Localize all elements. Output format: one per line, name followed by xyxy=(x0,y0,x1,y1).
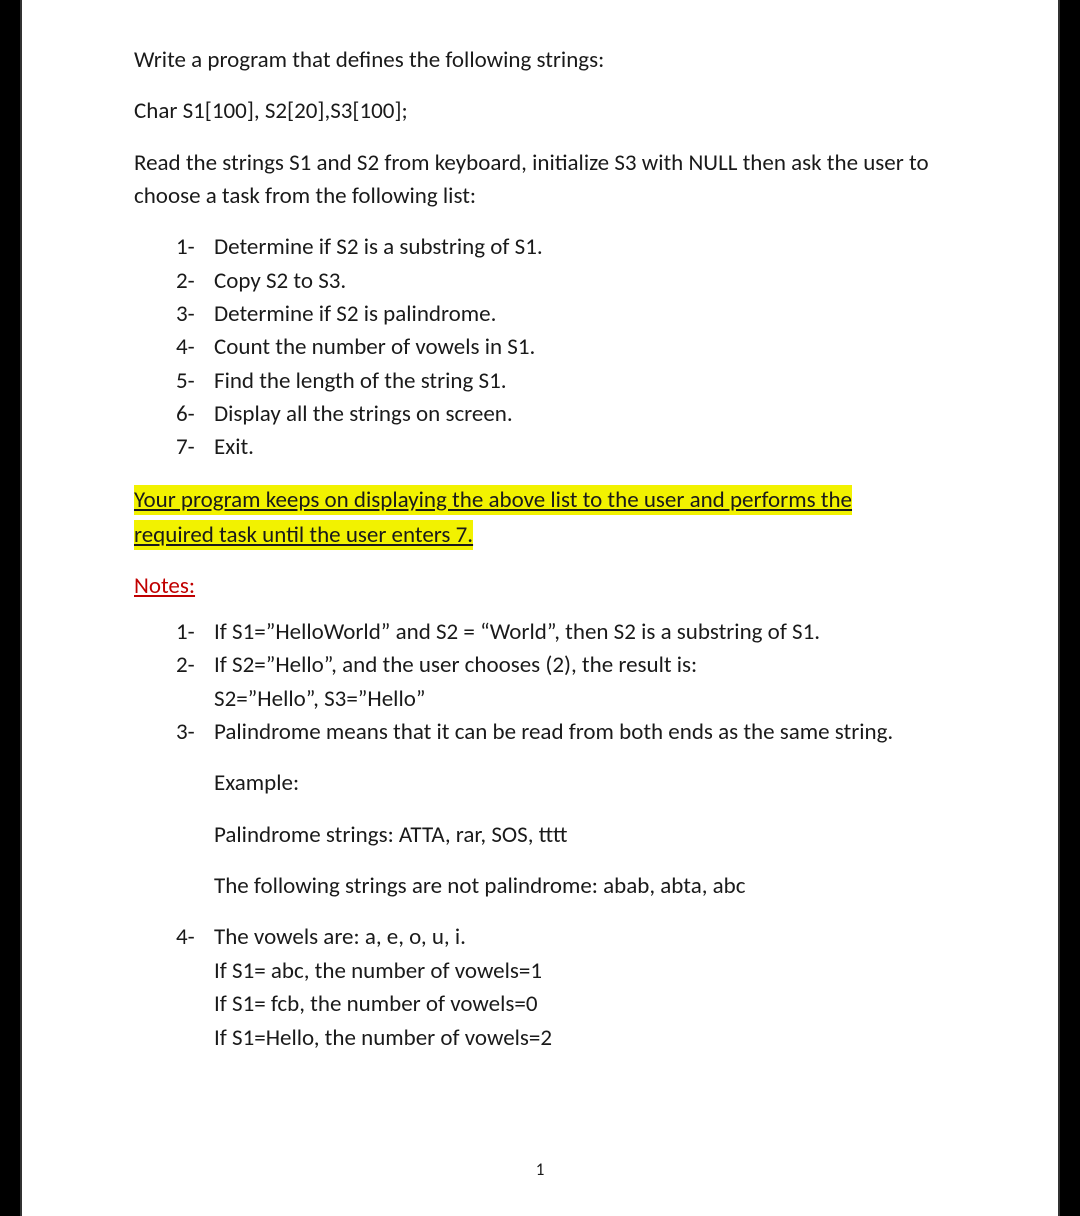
task-number: 1- xyxy=(176,231,214,264)
intro-paragraph-2: Read the strings S1 and S2 from keyboard… xyxy=(134,147,946,214)
task-item-5: 5-Find the length of the string S1. xyxy=(176,365,946,398)
task-text: Copy S2 to S3. xyxy=(214,265,346,298)
highlight-line-1: Your program keeps on displaying the abo… xyxy=(134,485,852,515)
highlight-line-2: required task until the user enters 7. xyxy=(134,520,473,550)
note-number: 2- xyxy=(176,649,214,682)
task-number: 5- xyxy=(176,365,214,398)
document-page: Write a program that defines the followi… xyxy=(20,0,1060,1216)
task-number: 3- xyxy=(176,298,214,331)
note-text: If S2=”Hello”, and the user chooses (2),… xyxy=(214,649,697,682)
task-text: Determine if S2 is palindrome. xyxy=(214,298,496,331)
task-text: Exit. xyxy=(214,431,254,464)
note-text: Palindrome means that it can be read fro… xyxy=(214,716,893,749)
note-item-4: 4-The vowels are: a, e, o, u, i. If S1= … xyxy=(176,921,946,1054)
note-text: The vowels are: a, e, o, u, i. xyxy=(214,921,466,954)
task-list: 1-Determine if S2 is a substring of S1. … xyxy=(134,231,946,464)
task-item-3: 3-Determine if S2 is palindrome. xyxy=(176,298,946,331)
task-text: Display all the strings on screen. xyxy=(214,398,513,431)
task-text: Determine if S2 is a substring of S1. xyxy=(214,231,543,264)
note-number: 4- xyxy=(176,921,214,954)
note-4-line-a: If S1= abc, the number of vowels=1 xyxy=(176,955,946,988)
task-number: 2- xyxy=(176,265,214,298)
task-item-1: 1-Determine if S2 is a substring of S1. xyxy=(176,231,946,264)
note-2-result: S2=”Hello”, S3=”Hello” xyxy=(176,683,946,716)
palindrome-examples: Palindrome strings: ATTA, rar, SOS, tttt xyxy=(134,819,946,852)
task-text: Count the number of vowels in S1. xyxy=(214,331,535,364)
highlighted-instruction: Your program keeps on displaying the abo… xyxy=(134,483,946,554)
intro-paragraph-1: Write a program that defines the followi… xyxy=(134,44,946,77)
task-number: 4- xyxy=(176,331,214,364)
notes-list: 1-If S1=”HelloWorld” and S2 = “World”, t… xyxy=(134,616,946,749)
note-number: 1- xyxy=(176,616,214,649)
non-palindrome-examples: The following strings are not palindrome… xyxy=(134,870,946,903)
notes-list-cont: 4-The vowels are: a, e, o, u, i. If S1= … xyxy=(134,921,946,1054)
note-4-line-c: If S1=Hello, the number of vowels=2 xyxy=(176,1022,946,1055)
task-item-2: 2-Copy S2 to S3. xyxy=(176,265,946,298)
task-text: Find the length of the string S1. xyxy=(214,365,507,398)
note-text: If S1=”HelloWorld” and S2 = “World”, the… xyxy=(214,616,820,649)
task-item-6: 6-Display all the strings on screen. xyxy=(176,398,946,431)
note-number: 3- xyxy=(176,716,214,749)
note-4-line-b: If S1= fcb, the number of vowels=0 xyxy=(176,988,946,1021)
task-item-7: 7-Exit. xyxy=(176,431,946,464)
notes-heading: Notes: xyxy=(134,572,195,600)
note-item-2: 2-If S2=”Hello”, and the user chooses (2… xyxy=(176,649,946,716)
note-item-3: 3-Palindrome means that it can be read f… xyxy=(176,716,946,749)
task-item-4: 4-Count the number of vowels in S1. xyxy=(176,331,946,364)
task-number: 6- xyxy=(176,398,214,431)
page-number: 1 xyxy=(22,1159,1058,1180)
code-declaration: Char S1[100], S2[20],S3[100]; xyxy=(134,95,946,128)
task-number: 7- xyxy=(176,431,214,464)
note-item-1: 1-If S1=”HelloWorld” and S2 = “World”, t… xyxy=(176,616,946,649)
example-label: Example: xyxy=(134,767,946,800)
